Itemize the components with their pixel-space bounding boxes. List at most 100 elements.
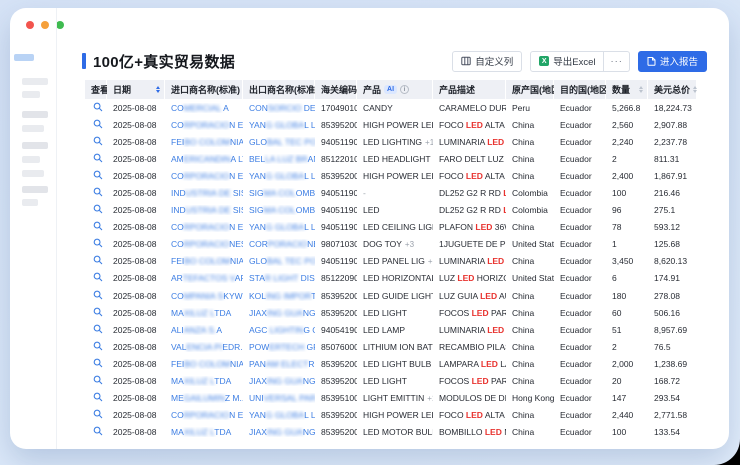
sort-toggle-icon[interactable] [693,86,697,93]
importer-cell[interactable]: INDUSTRIA DE SIS... [165,205,243,215]
enter-report-button[interactable]: 进入报告 [638,51,707,72]
sidebar-item[interactable] [22,78,48,85]
info-icon[interactable]: i [400,85,409,94]
view-detail-search-icon[interactable] [93,102,103,112]
product-cell[interactable]: LED [357,205,433,215]
importer-cell[interactable]: MAXILUZ LTDA [165,427,243,437]
table-row[interactable]: 2025-08-08 CORPORACION E... YANG GLOBAL … [85,219,697,236]
importer-cell[interactable]: COMERCIAL A [165,103,243,113]
table-row[interactable]: 2025-08-08 MAXILUZ LTDA JIAXING GUANGT..… [85,304,697,321]
importer-cell[interactable]: INDUSTRIA DE SIS... [165,188,243,198]
importer-cell[interactable]: CORPORACION E... [165,171,243,181]
exporter-cell[interactable]: STAR LIGHT DIST... [243,273,315,283]
view-detail-search-icon[interactable] [93,409,103,419]
product-cell[interactable]: HIGH POWER LED F [357,120,433,130]
view-detail-search-icon[interactable] [93,272,103,282]
importer-cell[interactable]: VALENCIA PIEDR... [165,342,243,352]
column-header-importer[interactable]: 进口商名称(标准) [165,80,243,99]
importer-cell[interactable]: MEGAILUMINZ M... [165,393,243,403]
product-cell[interactable]: LED HEADLIGHT [357,154,433,164]
exporter-cell[interactable]: UNIVERSAL PARCEL ... [243,393,315,403]
view-detail-search-icon[interactable] [93,307,103,317]
view-detail-search-icon[interactable] [93,324,103,334]
exporter-cell[interactable]: JIAXING GUANGT... [243,308,315,318]
view-detail-search-icon[interactable] [93,170,103,180]
product-cell[interactable]: DOG TOY+3 [357,239,433,249]
view-detail-search-icon[interactable] [93,119,103,129]
importer-cell[interactable]: ALIANZA S.A [165,325,243,335]
column-header-usd[interactable]: 美元总价 [648,80,697,99]
importer-cell[interactable]: FEIBO COLOMNIA ... [165,256,243,266]
export-excel-button[interactable]: X 导出Excel [530,51,604,72]
product-cell[interactable]: LED LIGHTING+1 [357,137,433,147]
table-row[interactable]: 2025-08-08 INDUSTRIA DE SIS... SIGMA COL… [85,202,697,219]
product-cell[interactable]: LED LIGHT [357,308,433,318]
exporter-cell[interactable]: YANG GLOBAL LI... [243,222,315,232]
importer-cell[interactable]: CORPORACION E... [165,120,243,130]
table-row[interactable]: 2025-08-08 VALENCIA PIEDR... POWERTECH G… [85,338,697,355]
table-row[interactable]: 2025-08-08 CORPORACIONES... CORPORACIONE… [85,236,697,253]
table-row[interactable]: 2025-08-08 MEGAILUMINZ M... UNIVERSAL PA… [85,390,697,407]
sidebar-item[interactable] [22,170,44,177]
exporter-cell[interactable]: AGC LIGHTING C... [243,325,315,335]
column-header-qty[interactable]: 数量 [606,80,648,99]
product-cell[interactable]: LED LIGHT [357,376,433,386]
product-cell[interactable]: LED PANEL LIG+1 [357,256,433,266]
importer-cell[interactable]: MAXILUZ LTDA [165,308,243,318]
importer-cell[interactable]: AMERICANDINA LTDA [165,154,243,164]
view-detail-search-icon[interactable] [93,221,103,231]
sidebar-item[interactable] [22,111,48,118]
view-detail-search-icon[interactable] [93,255,103,265]
column-header-date[interactable]: 日期 [107,80,165,99]
importer-cell[interactable]: MAXILUZ LTDA [165,376,243,386]
table-row[interactable]: 2025-08-08 INDUSTRIA DE SIS... SIGMA COL… [85,184,697,201]
product-cell[interactable]: LIGHT EMITTIN+1 [357,393,433,403]
table-row[interactable]: 2025-08-08 AMERICANDINA LTDA BELLA LUZ B… [85,150,697,167]
sidebar-item[interactable] [22,142,48,149]
sort-toggle-icon[interactable] [156,86,160,93]
importer-cell[interactable]: CORPORACIONES... [165,239,243,249]
view-detail-search-icon[interactable] [93,341,103,351]
importer-cell[interactable]: CORPORACION E... [165,410,243,420]
view-detail-search-icon[interactable] [93,358,103,368]
more-actions-button[interactable]: ··· [604,51,630,72]
product-cell[interactable]: HIGH POWER LED F [357,410,433,420]
exporter-cell[interactable]: SIGMA COLOMB... [243,188,315,198]
exporter-cell[interactable]: YANG GLOBAL LI... [243,171,315,181]
product-cell[interactable]: LED MOTOR BULB [357,427,433,437]
product-cell[interactable]: LED HORIZONTAL L [357,273,433,283]
product-cell[interactable]: LED LAMP [357,325,433,335]
table-row[interactable]: 2025-08-08 COMPANIA SKYWI... KOLING IMPO… [85,287,697,304]
product-cell[interactable]: HIGH POWER LED F [357,171,433,181]
table-row[interactable]: 2025-08-08 MAXILUZ LTDA JIAXING GUANGT..… [85,373,697,390]
view-detail-search-icon[interactable] [93,153,103,163]
table-row[interactable]: 2025-08-08 ARTEFACTOS VARA... STAR LIGHT… [85,270,697,287]
importer-cell[interactable]: FEIBO COLOMNIA ... [165,137,243,147]
sidebar-item[interactable] [22,156,40,163]
view-detail-search-icon[interactable] [93,392,103,402]
view-detail-search-icon[interactable] [93,426,103,436]
product-cell[interactable]: CANDY [357,103,433,113]
exporter-cell[interactable]: YANG GLOBAL LI... [243,120,315,130]
product-cell[interactable]: LITHIUM ION BATTE [357,342,433,352]
view-detail-search-icon[interactable] [93,290,103,300]
exporter-cell[interactable]: JIAXING GUANGT... [243,427,315,437]
exporter-cell[interactable]: JIAXING GUANGT... [243,376,315,386]
exporter-cell[interactable]: PANAM ELECTRIC... [243,359,315,369]
importer-cell[interactable]: CORPORACION E... [165,222,243,232]
view-detail-search-icon[interactable] [93,204,103,214]
table-row[interactable]: 2025-08-08 CORPORACION E... YANG GLOBAL … [85,116,697,133]
importer-cell[interactable]: FEIBO COLOMNIA ... [165,359,243,369]
sidebar-item[interactable] [22,186,48,193]
product-cell[interactable]: LED LIGHT BULB [357,359,433,369]
exporter-cell[interactable]: CONSORCIO DEL ... [243,103,315,113]
table-row[interactable]: 2025-08-08 FEIBO COLOMNIA ... PANAM ELEC… [85,355,697,372]
table-row[interactable]: 2025-08-08 CORPORACION E... YANG GLOBAL … [85,167,697,184]
table-row[interactable]: 2025-08-08 ALIANZA S.A AGC LIGHTING C...… [85,321,697,338]
table-row[interactable]: 2025-08-08 FEIBO COLOMNIA ... GLOBAL TEC… [85,133,697,150]
importer-cell[interactable]: COMPANIA SKYWI... [165,291,243,301]
exporter-cell[interactable]: KOLING IMPORTS [243,291,315,301]
sidebar-item-active[interactable] [14,54,34,61]
column-header-exporter[interactable]: 出口商名称(标准) [243,80,315,99]
sidebar-item[interactable] [22,199,38,206]
